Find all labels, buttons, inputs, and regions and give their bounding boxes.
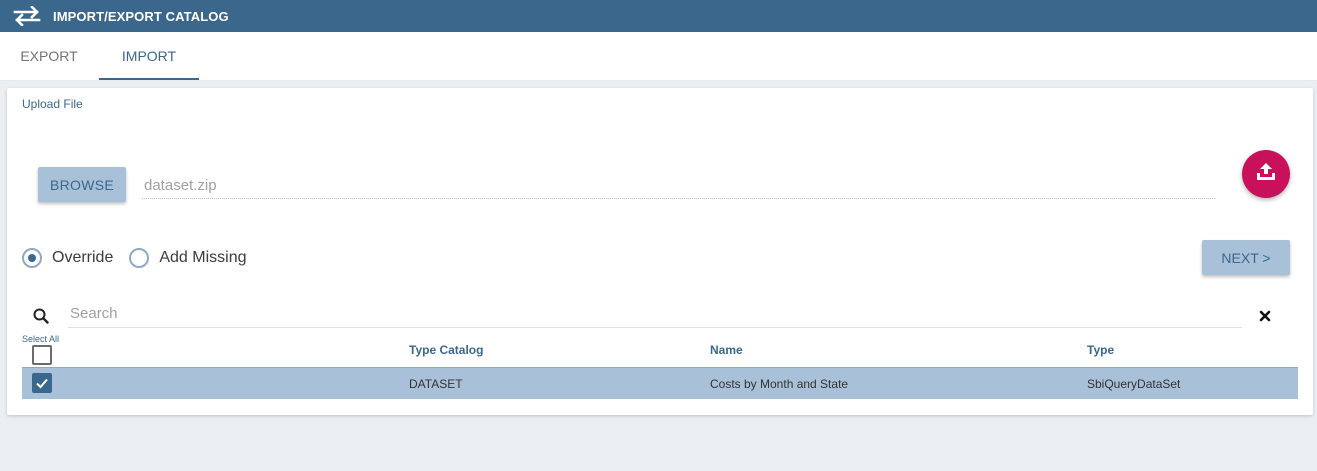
search-icon <box>33 308 49 324</box>
tab-export[interactable]: EXPORT <box>0 32 98 80</box>
file-name-value: dataset.zip <box>144 177 217 194</box>
tab-bar: EXPORT IMPORT <box>0 32 1317 81</box>
page-title: IMPORT/EXPORT CATALOG <box>53 8 229 24</box>
table-row[interactable]: DATASET Costs by Month and State SbiQuer… <box>22 367 1298 399</box>
swap-arrows-icon <box>13 5 41 27</box>
search-input[interactable] <box>68 300 1242 328</box>
cell-type: SbiQueryDataSet <box>1087 377 1181 391</box>
select-all-checkbox[interactable] <box>32 345 52 365</box>
next-button[interactable]: NEXT > <box>1202 240 1290 275</box>
tab-import[interactable]: IMPORT <box>99 32 199 80</box>
cell-type-catalog: DATASET <box>409 377 463 391</box>
add-missing-radio[interactable] <box>129 248 150 268</box>
upload-file-label: Upload File <box>22 97 83 111</box>
select-all-label: Select All <box>22 334 60 344</box>
close-icon[interactable] <box>1258 309 1272 323</box>
column-header-name[interactable]: Name <box>710 343 743 357</box>
app-header: IMPORT/EXPORT CATALOG <box>0 0 1317 32</box>
upload-button[interactable] <box>1242 150 1290 198</box>
import-mode-options: Override Add Missing <box>22 247 263 269</box>
import-card: Upload File BROWSE dataset.zip Override … <box>7 88 1313 415</box>
add-missing-label[interactable]: Add Missing <box>159 249 246 267</box>
upload-icon <box>1255 161 1277 188</box>
override-label[interactable]: Override <box>52 249 113 267</box>
cell-name: Costs by Month and State <box>710 377 849 391</box>
browse-button[interactable]: BROWSE <box>38 167 126 202</box>
column-header-type-catalog[interactable]: Type Catalog <box>409 343 483 357</box>
column-header-type[interactable]: Type <box>1087 343 1114 357</box>
file-name-field[interactable]: dataset.zip <box>142 171 1215 199</box>
row-checkbox[interactable] <box>32 373 52 393</box>
override-radio[interactable] <box>22 248 42 268</box>
